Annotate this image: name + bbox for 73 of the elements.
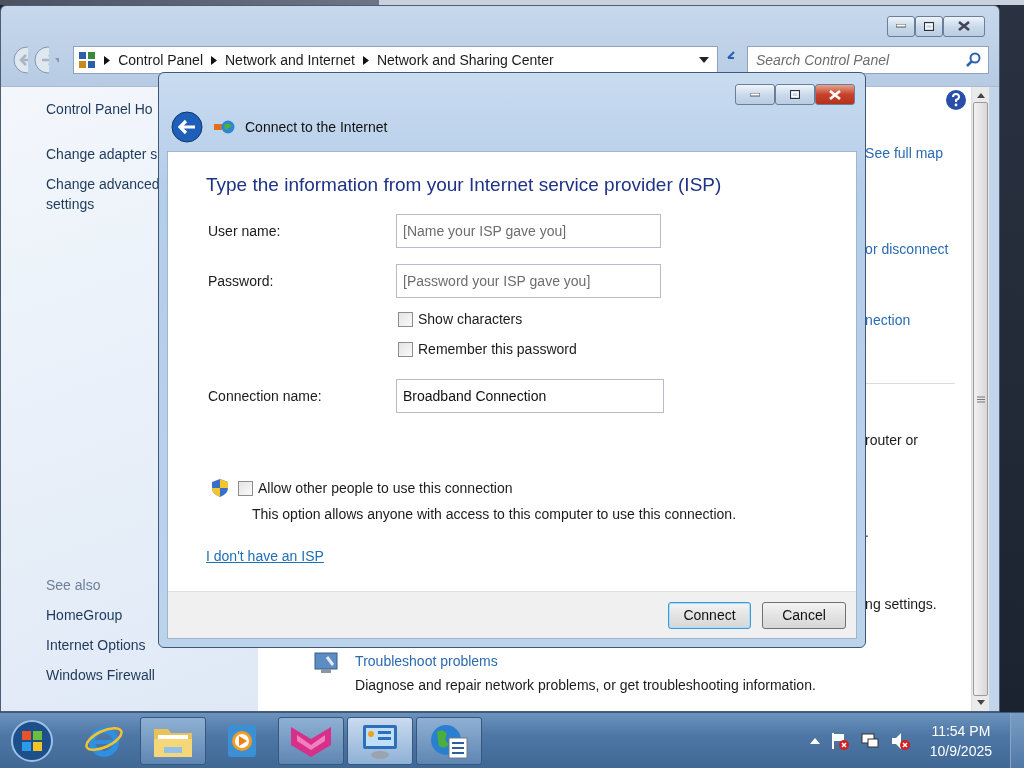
dialog-heading: Type the information from your Internet service provider (ISP) <box>206 174 723 196</box>
minimize-icon <box>896 24 906 28</box>
field-label: Connection name: <box>207 388 323 404</box>
checkbox[interactable] <box>398 341 413 357</box>
separator-icon <box>211 55 217 65</box>
checkbox[interactable] <box>238 480 253 496</box>
taskbar-button[interactable] <box>416 716 482 765</box>
checkbox-option[interactable]: Show characters <box>206 311 856 327</box>
dropdown-icon[interactable] <box>699 57 710 63</box>
breadcrumb-item[interactable]: Network and Internet <box>225 52 355 68</box>
flag-icon[interactable] <box>829 730 850 751</box>
taskbar-button[interactable] <box>140 716 206 765</box>
input-field[interactable]: [Name your ISP gave you] <box>396 214 661 248</box>
sidebar-link[interactable]: Windows Firewall <box>46 665 259 685</box>
text: . <box>865 523 869 542</box>
maximize-icon <box>790 90 800 99</box>
help-text: This option allows anyone with access to this computer to use this connection. <box>252 506 738 522</box>
media-player-icon <box>227 723 257 758</box>
see-also-heading: See also <box>46 577 102 593</box>
dialog-title: Connect to the Internet <box>245 119 388 135</box>
maximize-button[interactable] <box>775 84 815 105</box>
close-button[interactable] <box>815 84 855 105</box>
scroll-up-icon[interactable] <box>976 93 985 98</box>
checkbox-label: Allow other people to use this connection <box>258 480 513 496</box>
connect-button[interactable]: Connect <box>668 601 751 629</box>
close-button[interactable] <box>943 15 985 37</box>
text: router or <box>865 431 919 450</box>
scroll-down-icon[interactable] <box>976 700 985 705</box>
cancel-button[interactable]: Cancel <box>762 601 846 629</box>
search-field[interactable]: Search Control Panel <box>747 46 989 74</box>
separator-icon <box>104 55 111 65</box>
address-bar[interactable]: Control Panel Network and Internet Network and Sharing Center <box>73 46 719 74</box>
checkbox[interactable] <box>398 311 413 327</box>
checkbox-label: Remember this password <box>418 341 577 357</box>
control-panel-icon <box>78 51 97 69</box>
no-isp-link[interactable]: I don't have an ISP <box>206 548 324 564</box>
search-icon[interactable] <box>965 52 981 68</box>
close-icon <box>829 89 841 100</box>
input-field[interactable]: Broadband Connection <box>396 379 664 413</box>
checkbox-option[interactable]: Allow other people to use this connection <box>206 478 856 498</box>
network-icon <box>213 119 235 135</box>
minimize-icon <box>750 92 760 97</box>
input-field[interactable]: [Password your ISP gave you] <box>396 264 661 298</box>
maximize-icon <box>924 21 934 31</box>
link[interactable]: See full map <box>865 143 943 163</box>
help-icon[interactable] <box>945 89 968 111</box>
breadcrumb-item[interactable]: Control Panel <box>118 52 203 68</box>
checkbox-option[interactable]: Remember this password <box>206 341 856 357</box>
scrollbar[interactable] <box>971 87 990 711</box>
taskbar-button[interactable] <box>278 716 344 765</box>
text: ng settings. <box>865 595 937 614</box>
clock[interactable]: 11:54 PM 10/9/2025 <box>929 722 992 759</box>
field-label: User name: <box>207 223 282 239</box>
link[interactable]: nection <box>865 310 911 330</box>
network-icon[interactable] <box>859 730 880 751</box>
start-button[interactable] <box>10 718 54 763</box>
time: 11:54 PM <box>931 722 991 739</box>
date: 10/9/2025 <box>929 742 992 759</box>
shield-icon <box>211 478 229 498</box>
minimize-button[interactable] <box>735 84 775 105</box>
link[interactable]: Troubleshoot problems <box>355 651 498 671</box>
minimize-button[interactable] <box>887 15 915 37</box>
maximize-button[interactable] <box>915 15 943 37</box>
show-hidden-icons[interactable] <box>809 737 820 744</box>
close-icon <box>958 21 970 31</box>
checkbox-label: Show characters <box>418 311 523 327</box>
link[interactable]: or disconnect <box>865 239 949 259</box>
taskbar-button[interactable] <box>347 716 413 765</box>
breadcrumb-item[interactable]: Network and Sharing Center <box>376 52 554 68</box>
description: Diagnose and repair network problems, or get troubleshooting information. <box>355 676 816 695</box>
field-label: Password: <box>207 273 275 289</box>
grip-icon <box>976 395 985 403</box>
separator-icon <box>362 55 369 65</box>
